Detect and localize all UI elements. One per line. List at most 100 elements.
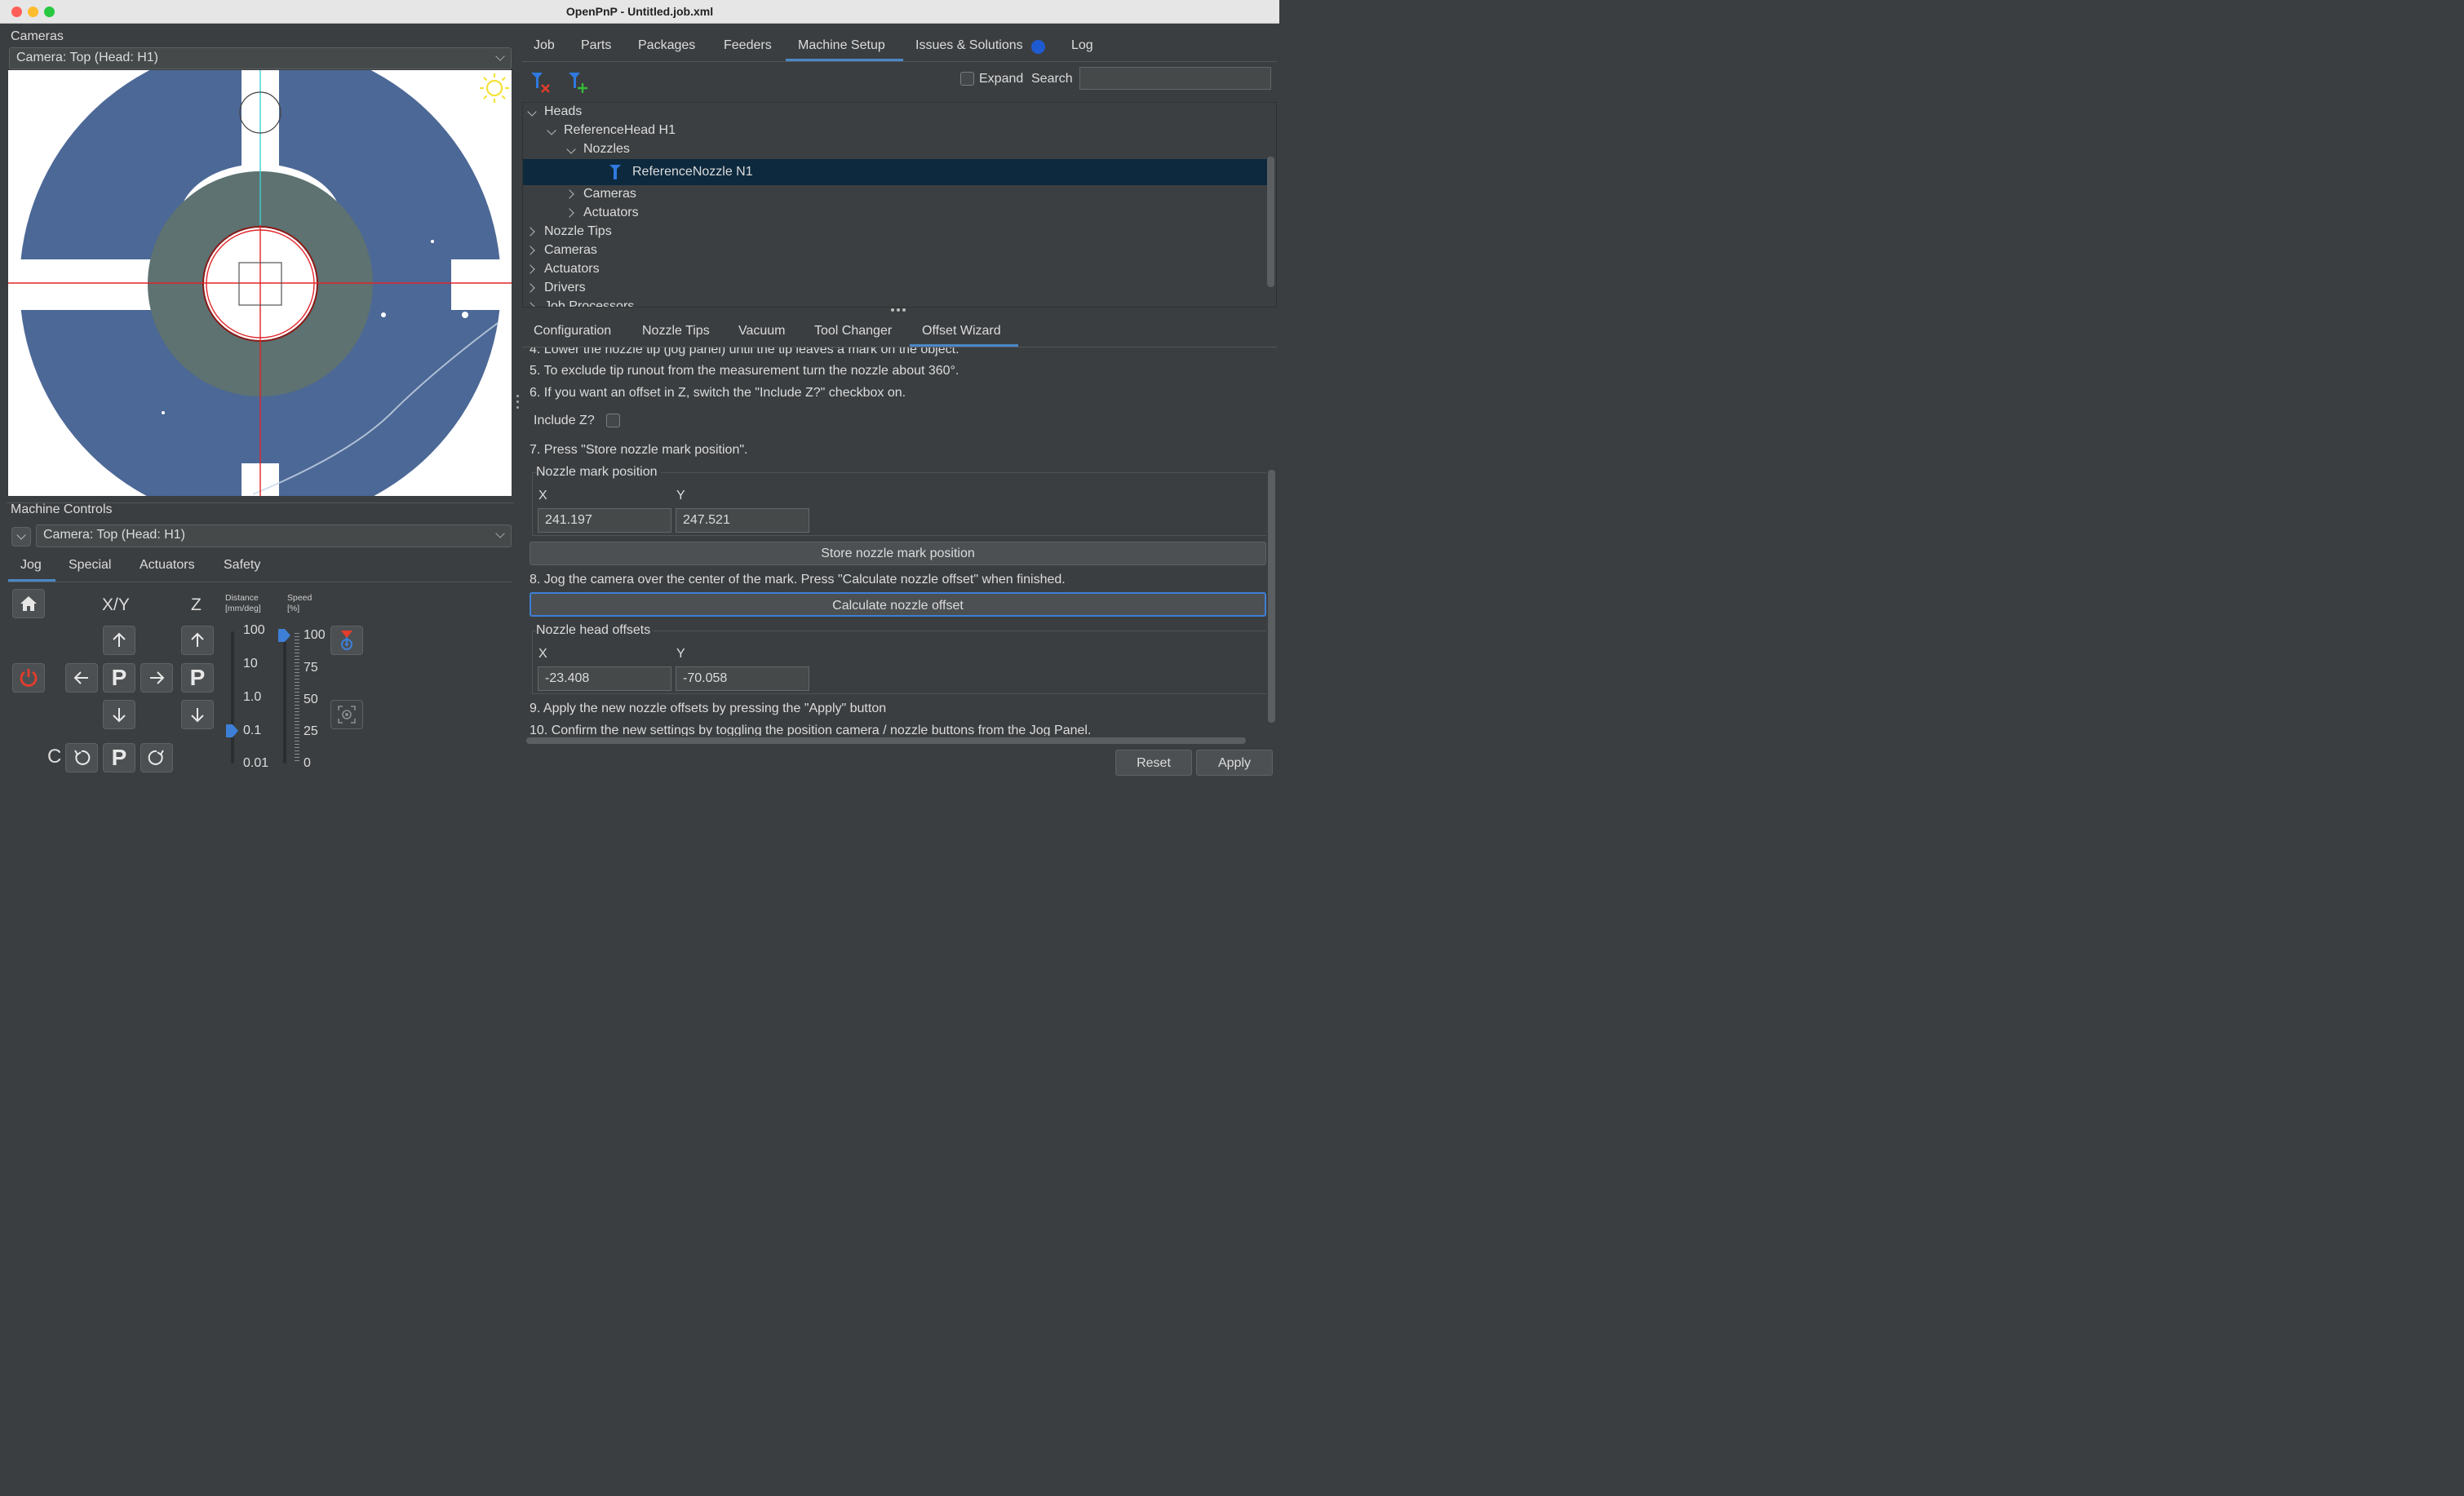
park-c-button[interactable]: P [103,743,135,772]
home-button[interactable] [12,589,45,618]
tree-scrollbar[interactable] [1267,157,1274,287]
tree-row-reference-nozzle[interactable]: ReferenceNozzle N1 [523,159,1267,185]
tree-row-drivers[interactable]: Drivers [523,279,1267,298]
tab-nozzle-tips[interactable]: Nozzle Tips [642,324,710,339]
remove-nozzle-button[interactable] [530,70,553,95]
tab-jog[interactable]: Jog [20,558,42,573]
jog-z-minus-button[interactable] [181,700,214,729]
tree-row-label: Nozzle Tips [544,224,612,238]
park-z-button[interactable]: P [181,663,214,693]
expand-label: Expand [979,72,1024,86]
arrow-up-icon [113,632,126,647]
collapse-toggle-button[interactable] [11,527,31,547]
expand-checkbox[interactable] [960,72,974,86]
reset-button[interactable]: Reset [1115,750,1192,776]
jog-z-plus-button[interactable] [181,626,214,655]
jog-x-minus-button[interactable] [65,663,98,693]
chevron-down-icon [16,530,26,540]
arrow-down-icon [113,708,126,723]
search-input[interactable] [1079,67,1271,90]
add-nozzle-icon [569,73,587,93]
offset-x-field[interactable] [538,666,671,691]
c-axis-label: C [47,746,62,768]
tab-offset-wizard[interactable]: Offset Wizard [922,324,1001,339]
store-nozzle-mark-button[interactable]: Store nozzle mark position [530,542,1266,565]
camera-view[interactable] [8,70,512,496]
z-label: Z [191,595,202,614]
jog-y-plus-button[interactable] [103,626,135,655]
tree-row-label: ReferenceHead H1 [564,123,676,137]
tab-special[interactable]: Special [69,558,111,573]
speed-slider-ticks [295,633,299,763]
tab-parts[interactable]: Parts [581,38,611,53]
sun-icon[interactable] [478,72,511,104]
tab-job[interactable]: Job [534,38,555,53]
tree-row-reference-head[interactable]: ReferenceHead H1 [523,122,1267,140]
split-pane-divider[interactable] [514,29,521,773]
include-z-checkbox[interactable] [606,414,620,427]
tree-row-nozzle-tips[interactable]: Nozzle Tips [523,223,1267,241]
horizontal-splitter-handle[interactable] [891,308,907,313]
jog-y-minus-button[interactable] [103,700,135,729]
chevron-down-icon [547,126,556,135]
home-icon [20,596,37,611]
distance-slider-thumb[interactable] [226,724,238,737]
tab-log[interactable]: Log [1071,38,1093,53]
tab-actuators[interactable]: Actuators [140,558,195,573]
offset-y-field[interactable] [676,666,809,691]
title-bar: OpenPnP - Untitled.job.xml [0,0,1279,24]
jog-x-plus-button[interactable] [140,663,173,693]
offset-x-label: X [538,647,547,661]
distance-tick-0-01: 0.01 [243,756,269,770]
tree-row-job-processors[interactable]: Job Processors [523,298,1267,307]
mark-x-field[interactable] [538,508,671,533]
chevron-down-icon [566,144,576,154]
mark-y-field[interactable] [676,508,809,533]
tree-row-nozzles[interactable]: Nozzles [523,140,1267,159]
include-z-label: Include Z? [534,414,595,427]
nozzle-position-button[interactable] [330,626,363,655]
wizard-vertical-scrollbar[interactable] [1268,470,1275,723]
camera-position-button[interactable] [330,700,363,729]
cameras-panel-title: Cameras [11,29,64,43]
wizard-step-7: 7. Press "Store nozzle mark position". [530,443,748,457]
park-c-label: P [111,745,127,770]
tab-configuration[interactable]: Configuration [534,324,611,339]
distance-slider-track[interactable] [231,631,234,763]
tab-vacuum[interactable]: Vacuum [738,324,786,339]
wizard-step-10: 10. Confirm the new settings by toggling… [530,724,1092,736]
tab-safety[interactable]: Safety [224,558,260,573]
wizard-step-5: 5. To exclude tip runout from the measur… [530,364,959,378]
tree-row-head-actuators[interactable]: Actuators [523,204,1267,223]
tab-issues-solutions[interactable]: Issues & Solutions [915,38,1023,53]
apply-button[interactable]: Apply [1196,750,1273,776]
calculate-nozzle-offset-button[interactable]: Calculate nozzle offset [530,592,1266,617]
add-nozzle-button[interactable] [568,70,591,95]
distance-label: Distance [225,593,259,603]
tab-feeders[interactable]: Feeders [724,38,772,53]
speed-slider-thumb[interactable] [278,629,290,642]
machine-tree[interactable]: Heads ReferenceHead H1 Nozzles Reference… [522,102,1277,308]
speed-slider-track[interactable] [283,631,286,763]
wizard-horizontal-scrollbar[interactable] [526,737,1246,744]
camera-select[interactable]: Camera: Top (Head: H1) [9,47,512,69]
issues-indicator-icon [1031,40,1045,54]
wizard-step-4: 4. Lower the nozzle tip (jog panel) unti… [530,347,959,356]
tree-row-heads[interactable]: Heads [523,103,1267,122]
tree-row-cameras[interactable]: Cameras [523,241,1267,260]
power-button[interactable] [12,663,45,693]
tab-packages[interactable]: Packages [638,38,695,53]
park-xy-button[interactable]: P [103,663,135,693]
tab-machine-setup[interactable]: Machine Setup [798,38,885,53]
nozzle-head-offsets-title: Nozzle head offsets [536,623,654,638]
tree-row-head-cameras[interactable]: Cameras [523,185,1267,204]
tree-row-actuators[interactable]: Actuators [523,260,1267,279]
tool-select[interactable]: Camera: Top (Head: H1) [36,524,512,547]
arrow-left-icon [73,671,88,684]
rotate-ccw-button[interactable] [65,743,98,772]
chevron-right-icon [565,189,574,199]
rotate-cw-button[interactable] [140,743,173,772]
tab-tool-changer[interactable]: Tool Changer [814,324,892,339]
nozzle-position-icon [341,631,352,650]
arrow-up-icon [191,632,204,647]
